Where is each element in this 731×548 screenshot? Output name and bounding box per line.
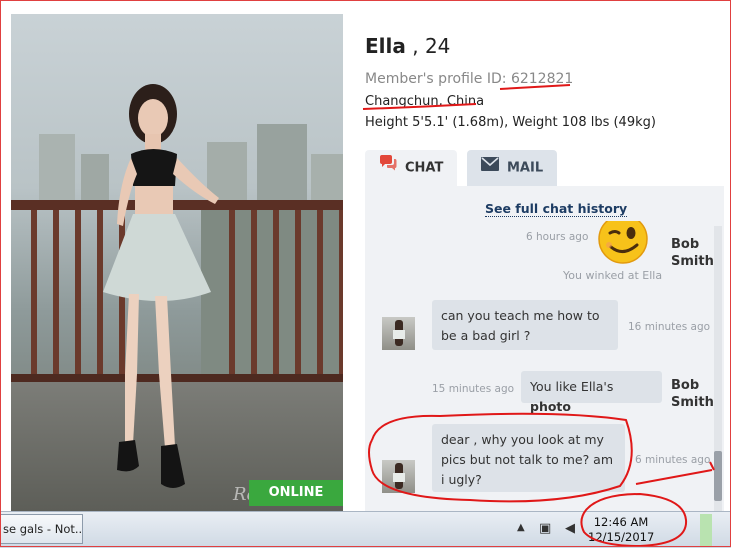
ella-avatar[interactable] (382, 460, 415, 493)
tab-mail[interactable]: MAIL (467, 150, 557, 186)
tab-chat-label: CHAT (405, 160, 444, 176)
profile-id-line: Member's profile ID: 6212821 (365, 71, 573, 87)
profile-height-weight: Height 5'5.1' (1.68m), Weight 108 lbs (4… (365, 115, 656, 130)
show-hidden-icons-icon[interactable]: ▲ (517, 522, 525, 533)
taskbar-clock[interactable]: 12:46 AM 12/15/2017 (588, 515, 654, 545)
chat-panel: See full chat history 6 hours ago Bob Sm… (365, 186, 724, 516)
profile-location: Changchun, China (365, 94, 485, 109)
envelope-icon (481, 150, 499, 186)
incoming-message-bubble: can you teach me how to be a bad girl ? (432, 300, 618, 350)
tab-chat[interactable]: CHAT (365, 150, 457, 186)
profile-age: 24 (424, 34, 451, 58)
incoming-message-bubble: dear , why you look at my pics but not t… (432, 424, 625, 492)
see-full-chat-history-link[interactable]: See full chat history (485, 201, 628, 217)
online-now-badge: ONLINE NOW (249, 480, 343, 526)
windows-taskbar: se gals - Not... ▲ ▣ ◀ 12:46 AM 12/15/20… (0, 511, 731, 548)
network-icon[interactable]: ▣ (539, 521, 551, 536)
profile-id-label: Member's profile ID: (365, 71, 507, 87)
chat-scrollbar[interactable] (714, 226, 722, 511)
ella-avatar[interactable] (382, 317, 415, 350)
taskbar-window-button[interactable]: se gals - Not... (0, 514, 83, 544)
woman-figure (103, 84, 219, 488)
scrollbar-thumb[interactable] (714, 451, 722, 501)
outgoing-message-bubble: You like Ella's photo (521, 371, 662, 414)
photo-link[interactable]: photo (530, 399, 571, 414)
volume-icon[interactable]: ◀ (565, 521, 575, 536)
clock-time: 12:46 AM (593, 515, 649, 529)
wink-note: You winked at Ella (563, 269, 663, 282)
profile-id-value: 6212821 (510, 71, 574, 87)
message-timestamp: 16 minutes ago (628, 321, 711, 333)
chat-bubbles-icon (379, 150, 397, 186)
show-desktop-button[interactable] (700, 514, 712, 546)
tab-mail-label: MAIL (507, 160, 544, 176)
message-timestamp: 6 minutes ago (635, 454, 711, 466)
outgoing-message-text: You like Ella's (530, 379, 614, 394)
message-timestamp: 15 minutes ago (432, 383, 515, 395)
profile-name-age: Ella , 24 (365, 34, 451, 58)
profile-name: Ella (365, 34, 406, 58)
message-timestamp: 6 hours ago (526, 231, 589, 243)
profile-photo[interactable]: Ro (11, 14, 343, 511)
clock-date: 12/15/2017 (588, 530, 655, 544)
wink-emoji-icon (598, 221, 648, 264)
